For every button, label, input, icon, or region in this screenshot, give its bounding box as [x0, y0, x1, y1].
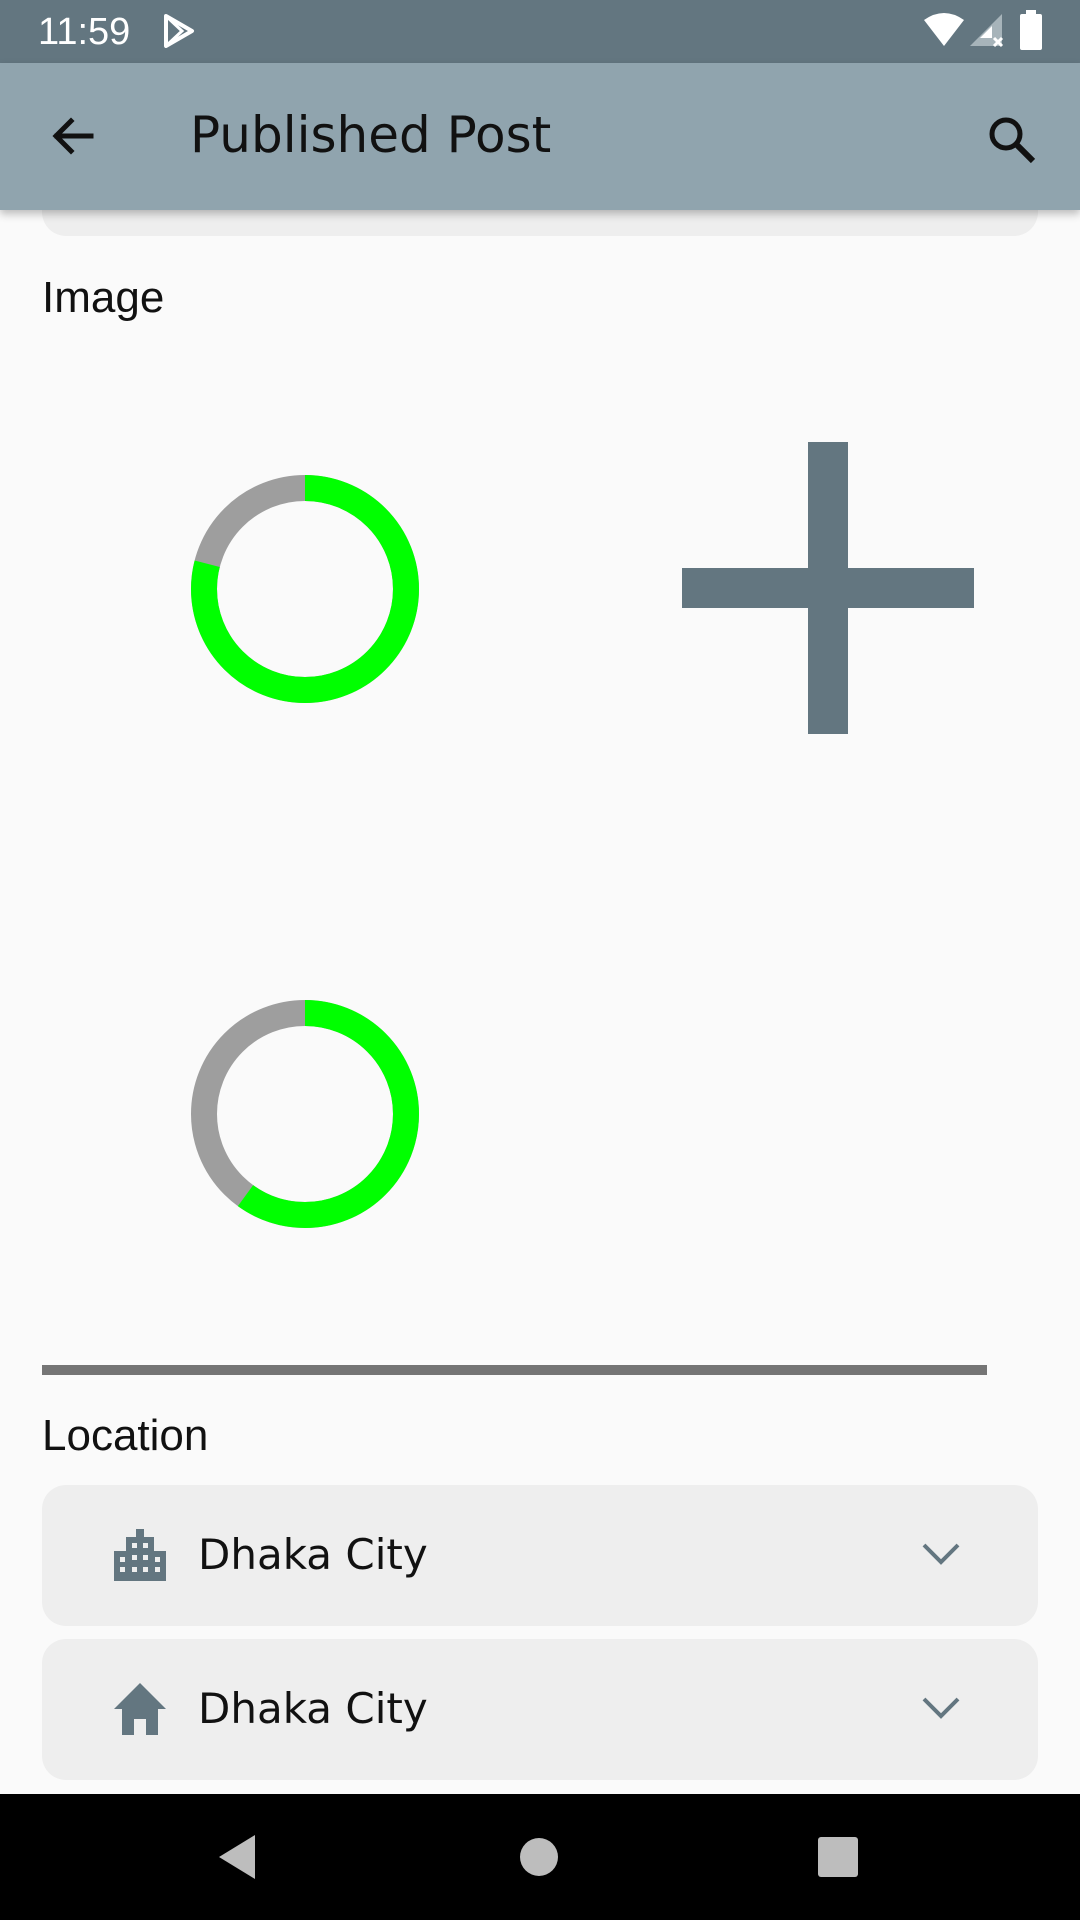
nav-home-button[interactable]: [506, 1824, 572, 1890]
status-time: 11:59: [38, 11, 131, 53]
back-button[interactable]: [40, 108, 106, 164]
upload-progress-ring-2: [191, 1000, 419, 1228]
add-icon: [682, 442, 974, 734]
location-section-label: Location: [42, 1411, 209, 1460]
play-store-icon: [164, 14, 194, 48]
wifi-icon: [924, 13, 964, 46]
section-divider: [42, 1365, 987, 1375]
nav-back-icon: [219, 1835, 255, 1879]
city-value: Dhaka City: [198, 1530, 428, 1579]
home-icon: [114, 1683, 166, 1735]
image-section-label: Image: [42, 273, 165, 322]
upload-progress-ring-1: [191, 475, 419, 703]
add-image-button[interactable]: [682, 442, 974, 734]
status-bar: 11:59: [0, 0, 1080, 63]
app-bar: Published Post: [0, 63, 1080, 210]
page-title: Published Post: [190, 106, 552, 164]
city-icon: [114, 1529, 166, 1581]
search-icon: [989, 117, 1036, 164]
search-button[interactable]: [980, 108, 1044, 172]
arrow-back-icon: [52, 117, 94, 155]
battery-icon: [1020, 10, 1042, 50]
nav-recents-icon: [818, 1837, 858, 1877]
nav-recents-button[interactable]: [805, 1824, 871, 1890]
chevron-down-icon: [922, 1543, 960, 1565]
navigation-bar: [0, 1794, 1080, 1920]
area-dropdown[interactable]: Dhaka City: [42, 1639, 1038, 1780]
signal-icon: [970, 14, 1004, 48]
screen: 11:59 Published Post Image Location Dhak…: [0, 0, 1080, 1920]
nav-back-button[interactable]: [206, 1824, 272, 1890]
nav-home-icon: [520, 1838, 558, 1876]
chevron-down-icon: [922, 1697, 960, 1719]
city-dropdown[interactable]: Dhaka City: [42, 1485, 1038, 1626]
area-value: Dhaka City: [198, 1684, 428, 1733]
